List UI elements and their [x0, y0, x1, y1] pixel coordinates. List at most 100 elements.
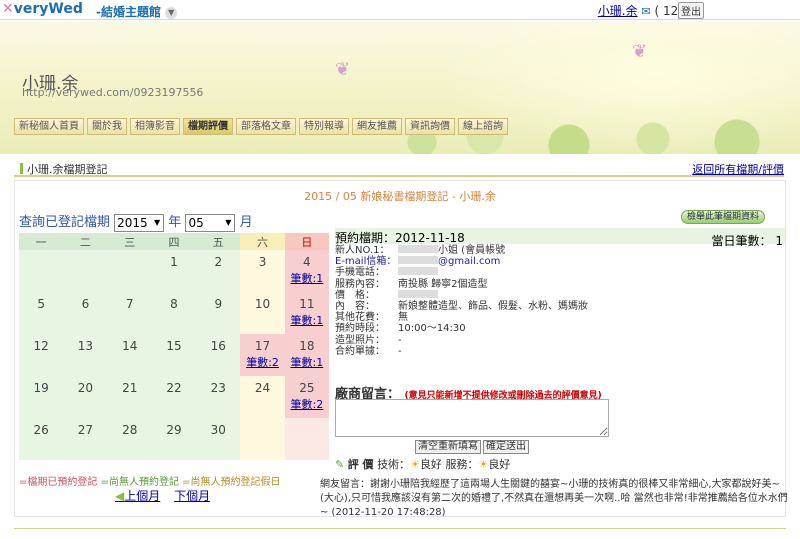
service-value: 良好 [488, 458, 511, 471]
nav-item-reports[interactable]: 特別報導 [299, 118, 349, 135]
sun-icon: ☀ [478, 458, 489, 471]
nav-item-consult[interactable]: 線上諮詢 [458, 118, 508, 135]
calendar-day: 6 [63, 292, 108, 334]
detail-value: 新娘整體造型、飾品、假髮、水粉、媽媽妝 [398, 301, 588, 313]
calendar-day: 29 [151, 418, 197, 460]
theme-hall-link[interactable]: -結婚主題館 ▼ [96, 3, 178, 20]
day-number: 11 [299, 297, 315, 311]
review-title: 評 價 [347, 458, 374, 471]
review-header: ✎ 評 價 技術：☀良好 服務：☀良好 [335, 456, 785, 471]
calendar-day[interactable]: 4 筆數:1 [284, 250, 329, 292]
day-number: 30 [210, 423, 226, 437]
calendar-day [63, 250, 108, 292]
detail-value: - [398, 345, 402, 357]
bottom-divider [14, 528, 786, 529]
calendar-day [107, 250, 152, 292]
booking-count-link[interactable]: 筆數:2 [240, 354, 284, 370]
user-name-link[interactable]: 小珊.余 [598, 4, 638, 18]
day-number: 9 [214, 297, 223, 311]
year-select[interactable]: 2015 ▼ [114, 213, 165, 232]
detail-value: 南投縣 歸寧2個造型 [398, 278, 488, 290]
prev-month-label: 上個月 [124, 489, 161, 503]
nav-item-recommend[interactable]: 網友推薦 [352, 118, 402, 135]
calendar-legend: =檔期已預約登記 =尚無人預約登記 =尚無人預約登記假日 [19, 473, 281, 488]
pencil-icon: ✎ [335, 458, 345, 471]
butterfly-icon: ❦ [632, 41, 648, 62]
calendar-day: 23 [196, 376, 241, 418]
calendar-week: 19 20 21 22 23 24 25 筆數:2 [19, 376, 329, 418]
calendar-day [240, 418, 285, 460]
calendar-day: 20 [63, 376, 108, 418]
weekday-header: 一 [19, 233, 64, 250]
main-nav: 新秘個人首頁 關於我 相簿影音 檔期評價 部落格文章 特別報導 網友推薦 資訊詢… [14, 118, 508, 135]
logo-mark: ✕ [2, 1, 14, 17]
calendar-day: 1 [151, 250, 197, 292]
booking-count-link[interactable]: 筆數:2 [285, 396, 329, 412]
submit-button[interactable]: 確定送出 [483, 440, 529, 454]
calendar-day: 27 [63, 418, 108, 460]
redacted-block [398, 289, 438, 298]
detail-row: 價 格： [335, 289, 588, 301]
nav-item-blog[interactable]: 部落格文章 [236, 118, 296, 135]
calendar-day: 21 [107, 376, 152, 418]
mail-icon[interactable]: ✉ [641, 5, 650, 18]
chevron-down-icon[interactable]: ▼ [165, 6, 178, 19]
nav-item-inquiry[interactable]: 資訊詢價 [405, 118, 455, 135]
today-count: 當日筆數： 1 [711, 234, 783, 248]
weekday-header: 六 [240, 233, 285, 250]
calendar-day: 8 [151, 292, 197, 334]
day-number: 18 [299, 339, 315, 353]
day-number: 13 [77, 339, 94, 353]
calendar-day[interactable]: 18 筆數:1 [284, 334, 329, 376]
calendar-day[interactable]: 25 筆數:2 [284, 376, 329, 418]
day-number: 25 [299, 381, 315, 395]
logout-button[interactable]: 登出 [678, 2, 704, 19]
redacted-block [398, 267, 438, 276]
play-left-icon: ◀ [115, 489, 125, 503]
calendar-day: 5 [19, 292, 64, 334]
calendar-day: 28 [107, 418, 152, 460]
clear-button[interactable]: 清空重新填寫 [415, 440, 481, 454]
booking-count-link[interactable]: 筆數:1 [285, 354, 329, 370]
vendor-message-input[interactable] [335, 399, 609, 437]
sun-icon: ☀ [410, 458, 420, 471]
calendar-day: 15 [151, 334, 197, 376]
calendar-day: 22 [151, 376, 197, 418]
month-pager: ◀上個月 下個月 [115, 487, 220, 504]
detail-key: 手機電話： [335, 267, 385, 279]
weekday-header: 三 [107, 233, 152, 250]
day-number: 4 [303, 255, 311, 269]
day-number: 17 [254, 339, 271, 353]
month-select[interactable]: 05 ▼ [185, 213, 236, 232]
next-month-link[interactable]: 下個月 [174, 489, 210, 503]
day-number: 27 [77, 423, 94, 437]
day-number: 21 [122, 381, 138, 395]
nav-item-about[interactable]: 關於我 [87, 118, 127, 135]
nav-item-albums[interactable]: 相簿影音 [130, 118, 180, 135]
booking-count-link[interactable]: 筆數:1 [285, 312, 329, 328]
calendar-day: 13 [63, 334, 108, 376]
tech-label: 技術： [377, 458, 411, 471]
day-number: 3 [258, 255, 267, 269]
calendar-day[interactable]: 17 筆數:2 [240, 334, 285, 376]
theme-hall-label: -結婚主題館 [96, 5, 161, 19]
booking-count-link[interactable]: 筆數:1 [285, 270, 329, 286]
report-booking-button[interactable]: 檢舉此筆檔期資料 [681, 210, 766, 224]
detail-row: E-mail信箱： @gmail.com [335, 256, 588, 267]
query-label: 查詢已登記檔期 [19, 215, 111, 230]
calendar-week: 5 6 7 8 9 10 11 筆數:1 [19, 292, 329, 334]
site-logo[interactable]: ✕veryWed [2, 1, 83, 17]
calendar-day: 3 [240, 250, 285, 292]
back-to-all-link[interactable]: 返回所有檔期/評價 [692, 161, 784, 177]
day-number: 20 [77, 381, 94, 395]
section-title: 小珊.余檔期登記 [20, 161, 108, 177]
nav-item-home[interactable]: 新秘個人首頁 [14, 118, 84, 135]
calendar-day [284, 418, 329, 460]
calendar-day: 14 [107, 334, 152, 376]
prev-month-link[interactable]: ◀上個月 [115, 489, 160, 503]
schedule-panel: 2015 / 05 新娘秘書檔期登記 - 小珊.余 查詢已登記檔期 2015 ▼ … [14, 180, 786, 517]
calendar-week: 1 2 3 4 筆數:1 [19, 250, 329, 292]
nav-item-schedule[interactable]: 檔期評價 [183, 118, 233, 135]
redacted-block [398, 245, 438, 253]
calendar-day[interactable]: 11 筆數:1 [284, 292, 329, 334]
